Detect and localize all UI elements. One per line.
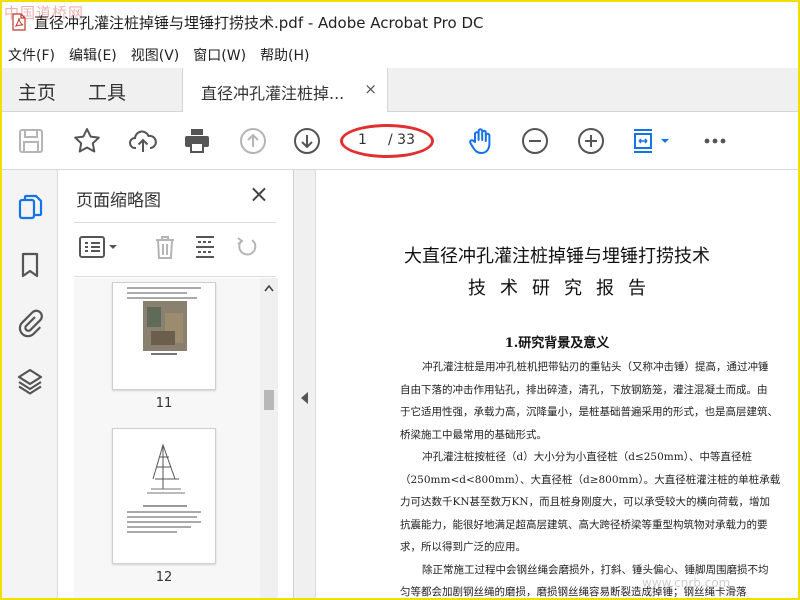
title-bar: 中国道桥网 直径冲孔灌注桩掉锤与埋锤打捞技术.pdf - Adobe Acrob… [2, 2, 798, 42]
panel-collapse-strip[interactable] [294, 170, 316, 598]
thumbnail-label-11: 11 [155, 396, 173, 411]
tab-document[interactable]: 直径冲孔灌注桩掉... × [182, 68, 388, 112]
menu-bar: 文件(F) 编辑(E) 视图(V) 窗口(W) 帮助(H) [2, 42, 798, 68]
document-body: 冲孔灌注桩是用冲孔桩机把带钻刃的重钻头（又称冲击锤）提高，通过冲锤 自由下落的冲… [400, 356, 792, 598]
page-thumbnails-icon[interactable] [15, 192, 45, 222]
window-title: 直径冲孔灌注桩掉锤与埋锤打捞技术.pdf - Adobe Acrobat Pro… [34, 14, 484, 32]
delete-icon[interactable] [152, 234, 178, 260]
next-page-icon[interactable] [292, 126, 322, 156]
tab-close-button[interactable]: × [364, 80, 377, 98]
body-line: 自由下落的冲击作用钻孔，排出碎渣，清孔，下放钢筋笼，灌注混凝土而成。由 [400, 383, 768, 396]
panel-close-button[interactable]: × [249, 180, 269, 208]
thumbnail-page-content [127, 287, 201, 355]
section-heading: 1.研究背景及意义 [504, 336, 610, 351]
page-thumbnail-11[interactable] [112, 282, 216, 390]
panel-divider [74, 276, 276, 277]
panel-title: 页面缩略图 [76, 191, 161, 211]
prev-page-icon[interactable] [238, 126, 268, 156]
toolbar: 1 / 33 [2, 112, 798, 170]
zoom-out-icon[interactable] [520, 126, 550, 156]
tab-bar: 主页 工具 直径冲孔灌注桩掉... × [2, 68, 798, 112]
thumbnail-scrollbar[interactable] [260, 278, 278, 598]
attachment-icon[interactable] [15, 308, 45, 338]
document-view: 大直径冲孔灌注桩掉锤与埋锤打捞技术 技术研究报告 1.研究背景及意义 冲孔灌注桩… [316, 170, 798, 598]
thumbnail-list: 11 12 [74, 278, 260, 598]
body-line: 匀等都会加剧钢丝绳的磨损，磨损钢丝绳容易断裂造成掉锤；钢丝绳卡滑落 [400, 586, 747, 598]
acrobat-window: 中国道桥网 直径冲孔灌注桩掉锤与埋锤打捞技术.pdf - Adobe Acrob… [2, 2, 798, 598]
thumbnail-options-icon[interactable] [78, 234, 120, 260]
body-line: 冲孔灌注桩是用冲孔桩机把带钻刃的重钻头（又称冲击锤）提高，通过冲锤 [422, 361, 769, 373]
menu-file[interactable]: 文件(F) [8, 45, 55, 65]
menu-edit[interactable]: 编辑(E) [69, 45, 117, 65]
document-title: 大直径冲孔灌注桩掉锤与埋锤打捞技术 [404, 246, 710, 267]
page-thumbnails-panel: 页面缩略图 × 11 12 [58, 170, 294, 598]
tab-document-label: 直径冲孔灌注桩掉... [201, 84, 345, 103]
menu-view[interactable]: 视图(V) [131, 45, 180, 65]
hand-tool-icon[interactable] [466, 126, 496, 156]
layers-icon[interactable] [15, 366, 45, 396]
menu-help[interactable]: 帮助(H) [260, 45, 309, 65]
page-number-highlight-annotation [340, 124, 434, 158]
body-line: 桥梁施工中最常用的基础形式。 [400, 428, 547, 441]
body-line: 抗震能力，能很好地满足超高层建筑、高大跨径桥梁等重型构筑物对承载力的要 [400, 518, 768, 531]
more-icon[interactable] [700, 126, 730, 156]
zoom-in-icon[interactable] [576, 126, 606, 156]
pdf-file-icon [12, 13, 26, 31]
corner-watermark: www.cnrb.com [642, 576, 731, 590]
body-line: 于它适用性强，承载力高，沉降量小，是桩基础普遍采用的形式，也是高层建筑、 [400, 406, 778, 418]
star-icon[interactable] [72, 126, 102, 156]
body-line: （250mm<d<800mm）、大直径桩（d≥800mm）。大直径桩灌注桩的单桩… [400, 473, 781, 486]
upload-icon[interactable] [128, 126, 158, 156]
thumbnail-page-content [127, 443, 201, 533]
extract-icon[interactable] [192, 234, 218, 260]
collapse-left-arrow-icon[interactable] [301, 392, 308, 404]
bookmark-icon[interactable] [15, 250, 45, 280]
document-subtitle: 技术研究报告 [468, 278, 660, 299]
tab-tools[interactable]: 工具 [88, 78, 126, 105]
print-icon[interactable] [182, 126, 212, 156]
rotate-icon[interactable] [234, 234, 260, 260]
body-line: 冲孔灌注桩按桩径（d）大小分为小直径桩（d≤250mm）、中等直径桩 [422, 451, 752, 463]
body-line: 除正常施工过程中会钢丝绳会磨损外，打斜、锤头偏心、锤脚周围磨损不均 [422, 563, 769, 576]
tab-home[interactable]: 主页 [18, 78, 56, 105]
page-thumbnail-12[interactable] [112, 428, 216, 564]
save-icon[interactable] [16, 126, 46, 156]
scrollbar-thumb[interactable] [264, 390, 274, 410]
scroll-up-arrow-icon[interactable] [264, 284, 274, 292]
body-line: 力可达数千KN甚至数万KN，而且桩身刚度大，可以承受较大的横向荷载，增加 [400, 496, 771, 508]
panel-divider [74, 222, 276, 223]
thumbnail-label-12: 12 [155, 570, 173, 585]
menu-window[interactable]: 窗口(W) [193, 45, 246, 65]
left-navigation-rail [2, 170, 58, 598]
body-line: 求，所以得到广泛的应用。 [400, 541, 526, 553]
fit-page-icon[interactable] [630, 126, 672, 156]
